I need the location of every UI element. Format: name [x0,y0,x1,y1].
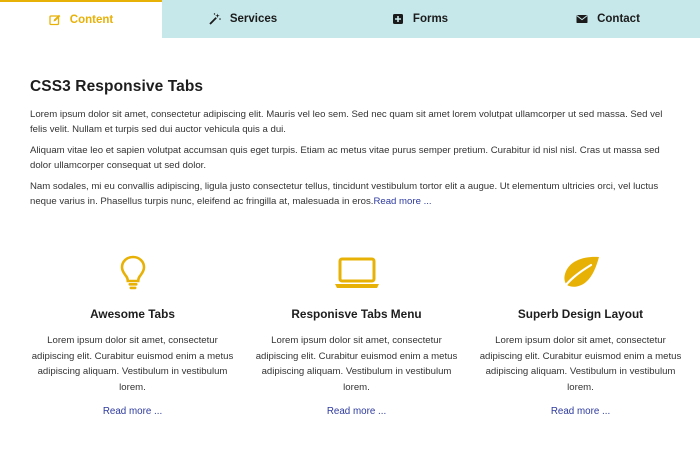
paragraph: Aliquam vitae leo et sapien volutpat acc… [30,145,660,171]
read-more-link[interactable]: Read more ... [30,406,235,417]
feature-title: Responisve Tabs Menu [291,307,422,321]
tab-content-label: Content [69,14,114,26]
feature-description: Lorem ipsum dolor sit amet, consectetur … [31,335,234,393]
tab-forms[interactable]: Forms [324,0,516,38]
feature-title: Awesome Tabs [90,307,175,321]
feature-card: Awesome Tabs Lorem ipsum dolor sit amet,… [30,253,235,417]
tab-services[interactable]: Services [162,0,324,38]
magic-wand-icon [209,13,221,25]
envelope-icon [576,15,588,23]
tab-panel-content: CSS3 Responsive Tabs Lorem ipsum dolor s… [30,78,680,215]
tab-forms-label: Forms [412,13,449,25]
page-title: CSS3 Responsive Tabs [30,78,204,95]
feature-title: Superb Design Layout [517,307,644,321]
read-more-link[interactable]: Read more ... [478,406,683,417]
feature-description: Lorem ipsum dolor sit amet, consectetur … [255,335,458,393]
paragraph-text: Nam sodales, mi eu convallis adipiscing,… [30,181,659,207]
feature-description: Lorem ipsum dolor sit amet, consectetur … [479,335,682,393]
feature-card: Responisve Tabs Menu Lorem ipsum dolor s… [254,253,459,417]
feature-card: Superb Design Layout Lorem ipsum dolor s… [478,253,683,417]
lightbulb-icon [120,255,145,290]
read-more-link[interactable]: Read more ... [373,196,431,207]
leaf-icon [560,256,599,292]
read-more-link[interactable]: Read more ... [254,406,459,417]
tab-services-label: Services [229,13,278,25]
tab-contact[interactable]: Contact [516,0,700,38]
paragraph: Nam sodales, mi eu convallis adipiscing,… [30,179,680,209]
pencil-square-icon [49,14,61,26]
laptop-icon [334,257,379,288]
paragraph: Lorem ipsum dolor sit amet, consectetur … [30,109,663,135]
tab-content[interactable]: Content [0,0,162,38]
plus-square-icon [392,14,403,24]
tab-contact-label: Contact [597,13,640,25]
tab-bar: Content Services Forms Contact [0,0,700,38]
